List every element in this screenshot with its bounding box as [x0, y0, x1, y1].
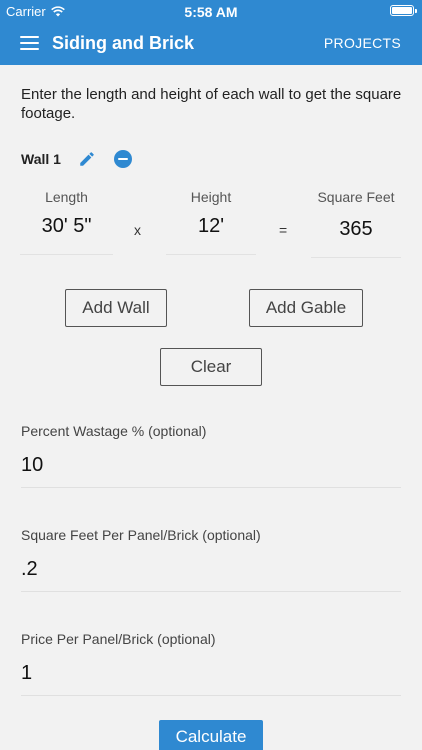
clear-button[interactable]: Clear: [160, 348, 262, 386]
price-per-panel-input[interactable]: 1: [21, 658, 401, 696]
square-feet-label: Square Feet: [317, 189, 395, 205]
price-per-panel-label: Price Per Panel/Brick (optional): [21, 631, 216, 647]
status-bar: Carrier 5:58 AM: [0, 0, 422, 22]
battery-icon: [390, 5, 417, 16]
wastage-label: Percent Wastage % (optional): [21, 423, 207, 439]
length-label: Length: [45, 189, 88, 205]
sqft-per-panel-input[interactable]: .2: [21, 554, 401, 592]
height-input[interactable]: 12': [166, 215, 256, 255]
page-title: Siding and Brick: [52, 33, 195, 53]
app-header: Siding and Brick PROJECTS: [0, 22, 422, 65]
pencil-icon[interactable]: [78, 150, 96, 168]
times-symbol: x: [134, 222, 141, 238]
calculate-button[interactable]: Calculate: [159, 720, 263, 750]
equals-symbol: =: [279, 222, 288, 238]
square-feet-value: 365: [311, 218, 401, 258]
minus-circle-icon[interactable]: [113, 150, 132, 168]
wastage-input[interactable]: 10: [21, 450, 401, 488]
wall-title: Wall 1: [21, 151, 61, 167]
projects-button[interactable]: PROJECTS: [324, 35, 401, 51]
hamburger-menu-icon[interactable]: [20, 36, 39, 50]
add-wall-button[interactable]: Add Wall: [65, 289, 167, 327]
length-input[interactable]: 30' 5": [20, 215, 113, 255]
sqft-per-panel-label: Square Feet Per Panel/Brick (optional): [21, 527, 261, 543]
wall-header: Wall 1: [21, 150, 132, 168]
intro-text: Enter the length and height of each wall…: [21, 86, 402, 122]
add-gable-button[interactable]: Add Gable: [249, 289, 363, 327]
status-time: 5:58 AM: [184, 4, 238, 20]
height-label: Height: [190, 189, 232, 205]
